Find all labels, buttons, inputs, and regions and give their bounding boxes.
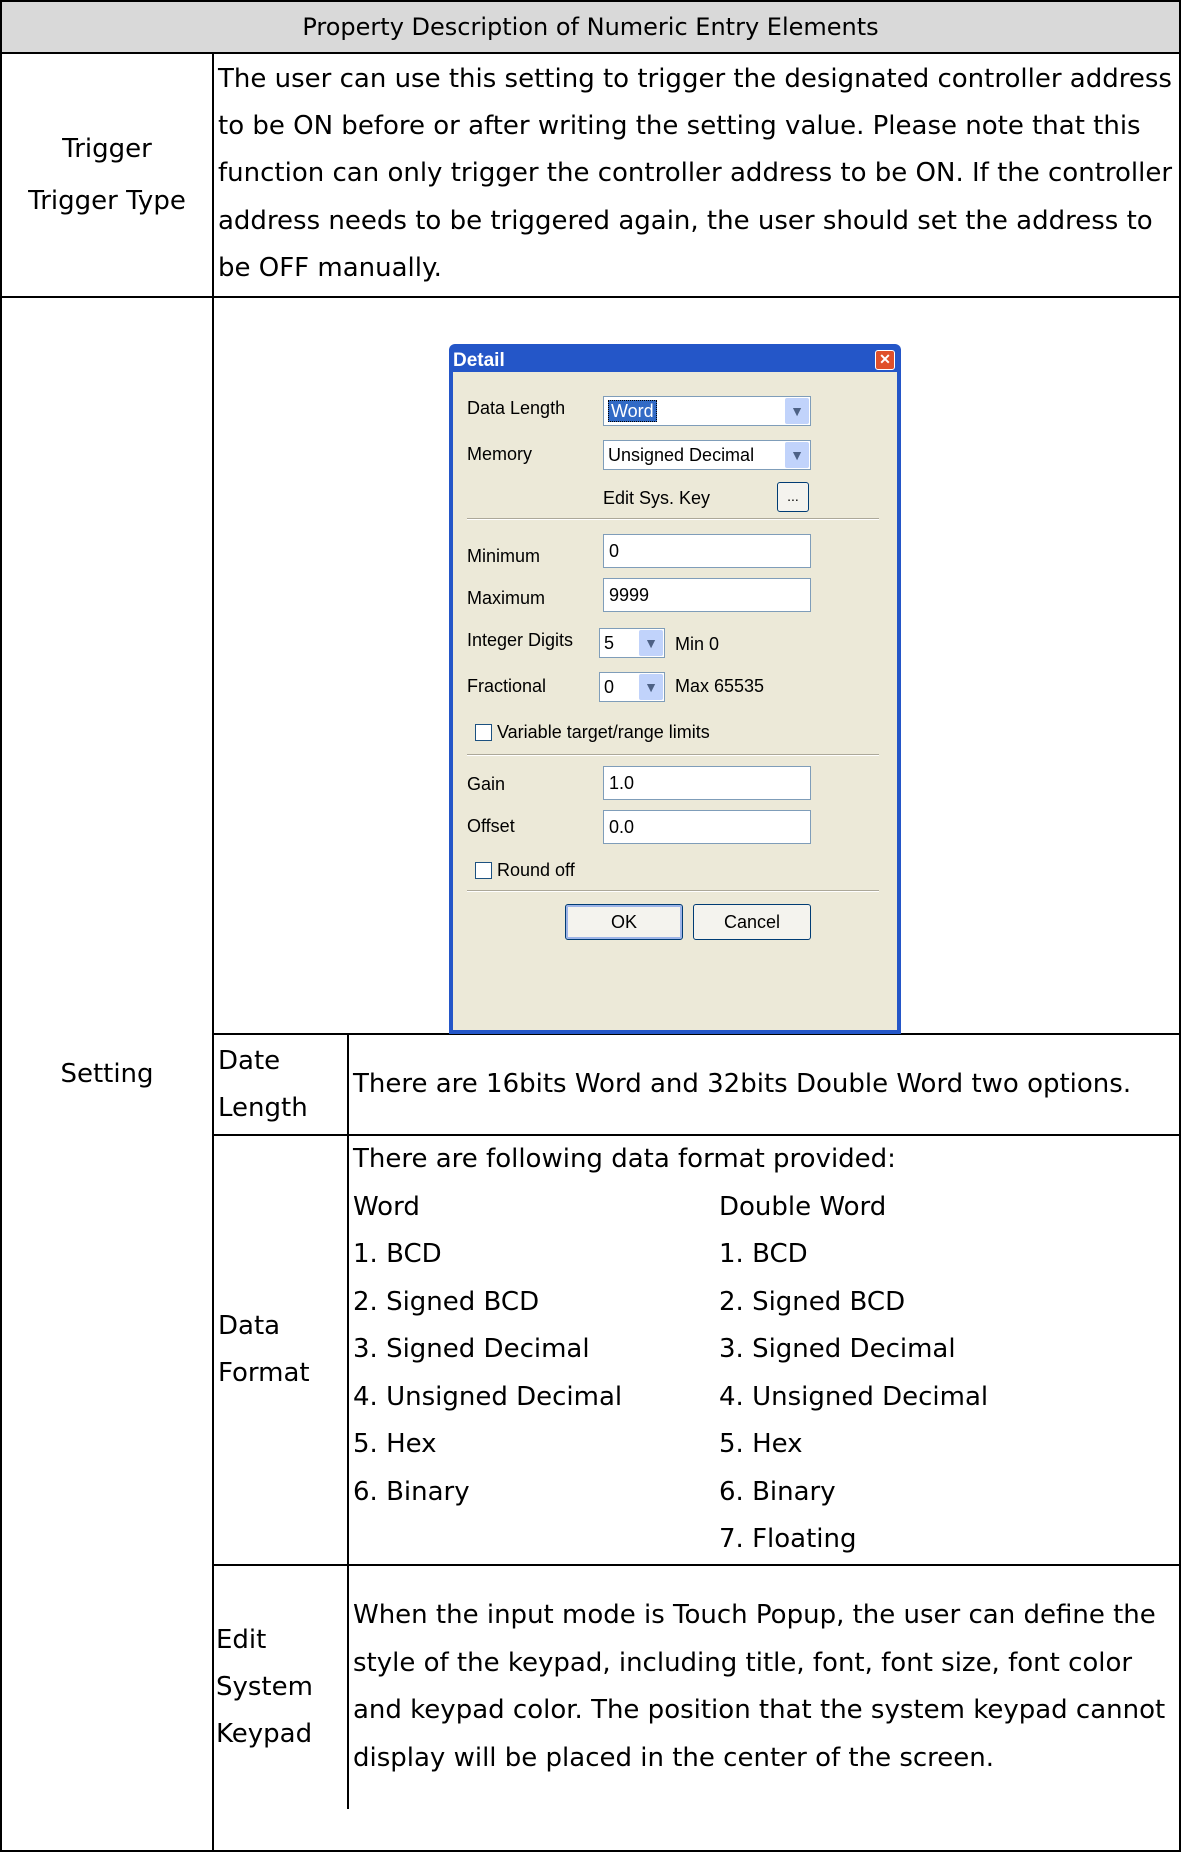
trigger-label: Trigger (62, 134, 152, 164)
data-format-label-1: Data (218, 1310, 281, 1341)
date-length-label-1: Date (218, 1045, 281, 1076)
date-length-description: There are 16bits Word and 32bits Double … (347, 1035, 1179, 1137)
divider (467, 754, 879, 757)
min-text: Min 0 (675, 634, 720, 655)
edit-keypad-label-2: Keypad (216, 1718, 313, 1749)
edit-keypad-label-1: Edit System (216, 1624, 313, 1702)
gain-label: Gain (467, 774, 506, 795)
trigger-description: The user can use this setting to trigger… (212, 51, 1181, 299)
memory-value: Unsigned Decimal (608, 445, 755, 466)
trigger-label-cell: Trigger Trigger Type (0, 51, 214, 299)
integer-digits-value: 5 (604, 633, 615, 654)
minimum-input[interactable]: 0 (603, 534, 811, 569)
chevron-down-icon[interactable]: ▼ (785, 442, 809, 469)
double-word-heading: Double Word (719, 1191, 887, 1222)
maximum-label: Maximum (467, 588, 546, 609)
dialog-title: Detail (453, 350, 505, 372)
memory-label: Memory (467, 444, 533, 465)
dialog-body: Data Length Word ▼ Memory Unsigned Decim… (453, 372, 897, 1031)
data-format-intro: There are following data format provided… (353, 1144, 896, 1175)
property-table: Property Description of Numeric Entry El… (0, 0, 1181, 1852)
offset-label: Offset (467, 816, 515, 837)
round-off-label: Round off (497, 860, 575, 881)
variable-limits-label: Variable target/range limits (497, 722, 710, 743)
list-item: 2. Signed BCD (719, 1286, 906, 1317)
date-length-label-2: Length (218, 1092, 308, 1123)
data-format-label-cell: Data Format (214, 1134, 349, 1566)
close-icon[interactable]: ✕ (875, 350, 895, 371)
word-column: Word 1. BCD 2. Signed BCD 3. Signed Deci… (353, 1184, 719, 1564)
fractional-label: Fractional (467, 676, 547, 697)
detail-dialog: Detail ✕ Data Length Word ▼ Memory Unsig… (449, 344, 901, 1035)
variable-limits-checkbox[interactable] (475, 724, 492, 742)
chevron-down-icon[interactable]: ▼ (639, 674, 663, 701)
gain-input[interactable]: 1.0 (603, 766, 811, 801)
list-item: 1. BCD (353, 1239, 442, 1270)
fractional-value: 0 (604, 677, 615, 698)
chevron-down-icon[interactable]: ▼ (639, 630, 663, 657)
maximum-input[interactable]: 9999 (603, 578, 811, 613)
ok-button[interactable]: OK (565, 904, 683, 941)
setting-label: Setting (0, 296, 214, 1852)
max-text: Max 65535 (675, 676, 765, 697)
minimum-label: Minimum (467, 546, 541, 567)
list-item: 7. Floating (719, 1524, 857, 1555)
edit-keypad-label-cell: Edit System Keypad (214, 1563, 349, 1809)
word-heading: Word (353, 1191, 420, 1222)
data-format-label-2: Format (218, 1357, 310, 1388)
fractional-select[interactable]: 0 ▼ (599, 672, 665, 703)
setting-content: Detail ✕ Data Length Word ▼ Memory Unsig… (212, 296, 1181, 1852)
dialog-area: Detail ✕ Data Length Word ▼ Memory Unsig… (214, 298, 1179, 1036)
list-item: 1. BCD (719, 1239, 808, 1270)
memory-select[interactable]: Unsigned Decimal ▼ (603, 440, 811, 471)
date-length-label-cell: Date Length (214, 1035, 349, 1137)
cancel-button[interactable]: Cancel (693, 904, 811, 941)
round-off-checkbox[interactable] (475, 862, 492, 880)
list-item: 3. Signed Decimal (719, 1334, 956, 1365)
list-item: 4. Unsigned Decimal (719, 1381, 989, 1412)
list-item: 5. Hex (719, 1429, 803, 1460)
divider (467, 890, 879, 893)
data-length-value: Word (608, 400, 657, 423)
list-item: 5. Hex (353, 1429, 437, 1460)
trigger-type-label: Trigger Type (28, 186, 186, 216)
edit-sys-key-label: Edit Sys. Key (603, 488, 711, 509)
list-item: 6. Binary (353, 1476, 470, 1507)
offset-input[interactable]: 0.0 (603, 810, 811, 845)
table-header: Property Description of Numeric Entry El… (0, 0, 1181, 54)
integer-digits-select[interactable]: 5 ▼ (599, 628, 665, 659)
data-format-columns: Word 1. BCD 2. Signed BCD 3. Signed Deci… (353, 1184, 1175, 1564)
chevron-down-icon[interactable]: ▼ (785, 398, 809, 425)
integer-digits-label: Integer Digits (467, 630, 574, 651)
divider (467, 518, 879, 521)
edit-keypad-description: When the input mode is Touch Popup, the … (347, 1563, 1179, 1809)
setting-subtable: Date Length There are 16bits Word and 32… (214, 1035, 1179, 1809)
data-length-select[interactable]: Word ▼ (603, 396, 811, 427)
data-length-label: Data Length (467, 398, 566, 419)
double-word-column: Double Word 1. BCD 2. Signed BCD 3. Sign… (719, 1184, 1175, 1564)
list-item: 6. Binary (719, 1476, 836, 1507)
list-item: 4. Unsigned Decimal (353, 1381, 623, 1412)
data-format-description: There are following data format provided… (347, 1134, 1179, 1566)
edit-sys-key-button[interactable]: ... (777, 482, 809, 513)
list-item: 3. Signed Decimal (353, 1334, 590, 1365)
list-item: 2. Signed BCD (353, 1286, 540, 1317)
